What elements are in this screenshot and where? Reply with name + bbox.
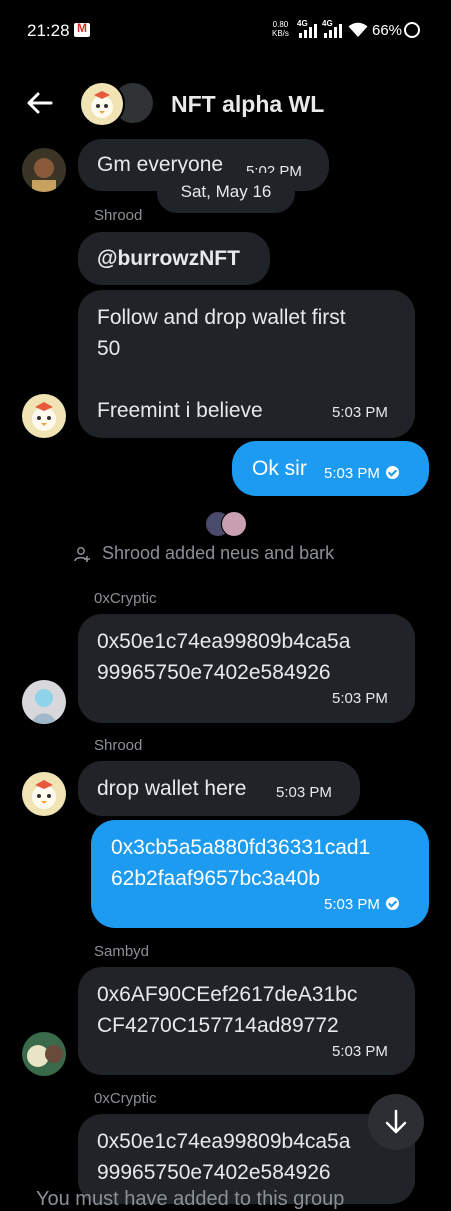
message-time: 5:03 PM bbox=[324, 896, 399, 913]
sender-name: Sambyd bbox=[94, 943, 150, 960]
wifi-icon bbox=[348, 22, 368, 37]
chat-title[interactable]: NFT alpha WL bbox=[171, 91, 324, 118]
added-members-avatars bbox=[205, 511, 247, 537]
avatar[interactable] bbox=[22, 1032, 66, 1076]
avatar[interactable] bbox=[22, 680, 66, 724]
message-bubble[interactable]: @burrowzNFT bbox=[78, 232, 270, 285]
status-bar: 21:28 M 0.80 KB/s 4G 4G 66% bbox=[0, 0, 451, 60]
message-bubble[interactable]: Follow and drop wallet first 50 Freemint… bbox=[78, 290, 415, 438]
gmail-icon: M bbox=[74, 21, 90, 37]
avatar[interactable] bbox=[22, 394, 66, 438]
chat-header: NFT alpha WL bbox=[0, 70, 451, 136]
group-avatar[interactable] bbox=[79, 81, 155, 127]
message-bubble[interactable]: drop wallet here 5:03 PM bbox=[78, 761, 360, 816]
status-time: 21:28 bbox=[27, 21, 70, 40]
back-arrow-icon[interactable] bbox=[24, 88, 54, 118]
battery-level: 66% bbox=[372, 22, 403, 39]
message-time: 5:03 PM bbox=[332, 404, 388, 421]
check-icon bbox=[385, 466, 399, 479]
system-message-text: Shrood added neus and bark bbox=[102, 543, 335, 563]
message-text: 0x50e1c74ea99809b4ca5a 99965750e7402e584… bbox=[97, 630, 351, 684]
message-bubble[interactable]: 0x6AF90CEef2617deA31bc CF4270C157714ad89… bbox=[78, 967, 415, 1075]
network-speed: 0.80 KB/s bbox=[272, 20, 289, 38]
message-text: @burrowzNFT bbox=[97, 247, 240, 270]
avatar[interactable] bbox=[22, 772, 66, 816]
sender-name: Shrood bbox=[94, 737, 143, 754]
sender-name: Shrood bbox=[94, 207, 143, 224]
check-icon bbox=[385, 897, 399, 910]
date-divider: Sat, May 16 bbox=[157, 173, 295, 213]
sender-name: 0xCryptic bbox=[94, 1090, 157, 1107]
message-time: 5:03 PM bbox=[324, 465, 399, 482]
signal-icon: 4G bbox=[297, 19, 319, 38]
message-text: drop wallet here bbox=[97, 777, 247, 800]
arrow-down-icon bbox=[385, 1109, 407, 1134]
message-text: 0x6AF90CEef2617deA31bc CF4270C157714ad89… bbox=[97, 983, 358, 1037]
message-time: 5:03 PM bbox=[332, 1043, 388, 1060]
message-text: Ok sir bbox=[252, 457, 307, 480]
message-text: 0x50e1c74ea99809b4ca5a 99965750e7402e584… bbox=[97, 1130, 351, 1184]
message-bubble[interactable]: 0x50e1c74ea99809b4ca5a 99965750e7402e584… bbox=[78, 614, 415, 723]
message-time: 5:03 PM bbox=[332, 690, 388, 707]
message-time: 5:03 PM bbox=[276, 784, 332, 801]
scroll-to-bottom-button[interactable] bbox=[368, 1094, 424, 1150]
battery-icon bbox=[404, 22, 420, 38]
avatar bbox=[79, 81, 125, 127]
message-bubble-mine[interactable]: Ok sir 5:03 PM bbox=[232, 441, 429, 496]
sender-name: 0xCryptic bbox=[94, 590, 157, 607]
message-text: 0x3cb5a5a880fd36331cad1 62b2faaf9657bc3a… bbox=[111, 836, 371, 890]
message-text: Follow and drop wallet first 50 Freemint… bbox=[97, 306, 346, 422]
message-bubble-mine[interactable]: 0x3cb5a5a880fd36331cad1 62b2faaf9657bc3a… bbox=[91, 820, 429, 928]
user-plus-icon bbox=[74, 547, 90, 562]
avatar[interactable] bbox=[22, 148, 66, 192]
signal-icon: 4G bbox=[322, 19, 344, 38]
